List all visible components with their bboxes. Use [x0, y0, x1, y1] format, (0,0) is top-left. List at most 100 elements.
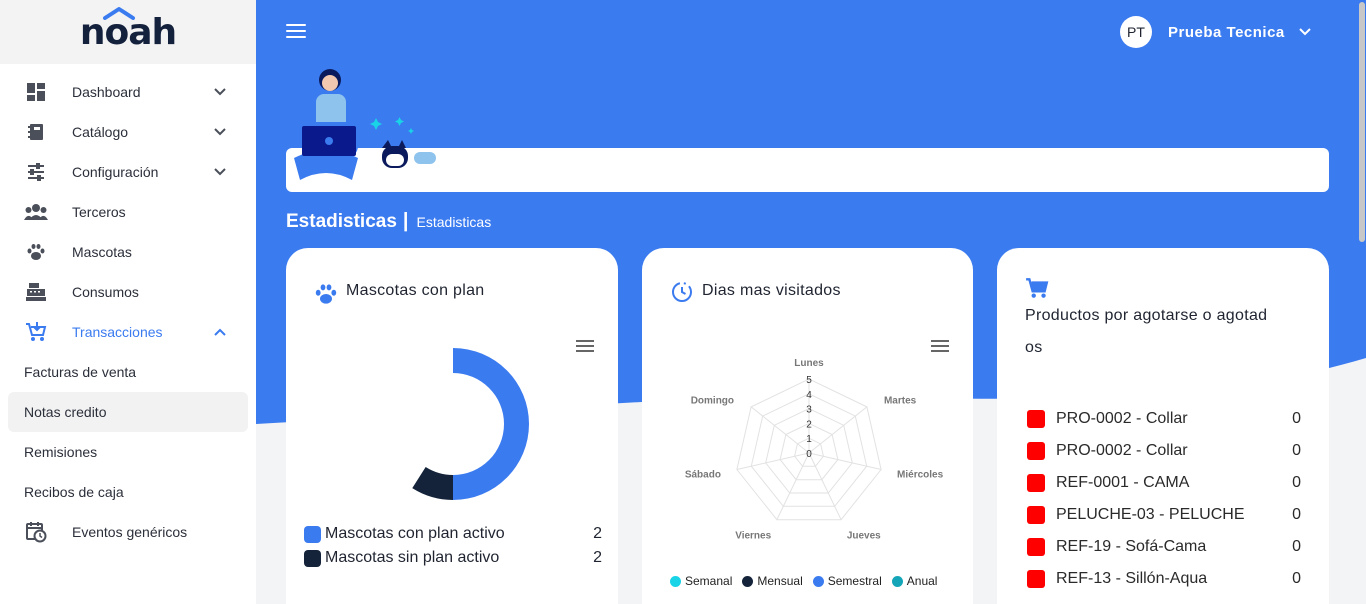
list-item[interactable]: PRO-0002 - Collar 0 — [1027, 407, 1301, 431]
radar-spoke — [776, 452, 810, 520]
status-badge — [1027, 538, 1045, 556]
sidebar-item-terceros[interactable]: Terceros — [0, 192, 256, 232]
card-title-line: os — [1025, 339, 1043, 356]
list-item[interactable]: PELUCHE-03 - PELUCHE 0 — [1027, 503, 1301, 527]
cash-register-icon — [24, 280, 48, 304]
settings-sliders-icon — [24, 160, 48, 184]
card-title: Mascotas con plan — [346, 282, 485, 299]
donut-slice-inactive[interactable] — [412, 467, 453, 500]
legend-value: 2 — [593, 525, 602, 542]
low-stock-products-card: Productos por agotarse o agotad os PRO-0… — [997, 248, 1329, 604]
sidebar-item-eventos[interactable]: Eventos genéricos — [0, 512, 256, 552]
product-name: PELUCHE-03 - PELUCHE — [1056, 506, 1245, 523]
sidebar-item-configuracion[interactable]: Configuración — [0, 152, 256, 192]
chart-menu-button[interactable] — [931, 340, 949, 354]
legend-row: Mascotas sin plan activo 2 — [304, 547, 602, 569]
paw-icon — [24, 240, 48, 264]
radar-axis-label: Lunes — [794, 358, 824, 369]
sidebar-nav: Dashboard Catálogo Configuración Tercero… — [0, 64, 256, 552]
sidebar-subitem-facturas[interactable]: Facturas de venta — [0, 352, 256, 392]
radar-tick-label: 1 — [806, 434, 812, 445]
list-item[interactable]: REF-19 - Sofá-Cama 0 — [1027, 535, 1301, 559]
legend-item[interactable]: Anual — [891, 574, 938, 588]
radar-legend: Semanal Mensual Semestral Anual — [670, 574, 947, 588]
catalog-icon — [24, 120, 48, 144]
sidebar-item-catalogo[interactable]: Catálogo — [0, 112, 256, 152]
product-name: PRO-0002 - Collar — [1056, 442, 1188, 459]
brand-logo[interactable]: noah — [80, 6, 177, 53]
product-name: REF-19 - Sofá-Cama — [1056, 538, 1207, 555]
sidebar-subitem-notas-credito[interactable]: Notas credito — [8, 392, 248, 432]
legend-swatch — [304, 525, 321, 543]
radar-spoke — [808, 452, 842, 520]
radar-tick-label: 5 — [806, 375, 812, 386]
legend-label: Mensual — [757, 574, 803, 588]
product-qty: 0 — [1292, 570, 1301, 587]
avatar: PT — [1120, 16, 1152, 48]
radar-axis-label: Viernes — [735, 530, 771, 541]
radar-chart: 0 1 2 3 4 5 Lunes Martes Miércoles Jueves Viernes S… — [685, 358, 944, 541]
chevron-down-icon — [214, 128, 226, 136]
user-menu[interactable]: PT Prueba Tecnica — [1120, 16, 1313, 48]
breadcrumb: Estadisticas | Estadisticas — [286, 210, 491, 233]
status-badge — [1027, 442, 1045, 460]
sidebar-subitem-recibos[interactable]: Recibos de caja — [0, 472, 256, 512]
most-visited-days-card: Dias mas visitados 0 1 2 3 4 5 Lunes Martes Miér… — [642, 248, 973, 604]
legend-label: Anual — [906, 574, 938, 588]
legend-value: 2 — [593, 549, 602, 566]
legend-item[interactable]: Mensual — [742, 574, 803, 588]
cart-icon — [1026, 278, 1049, 298]
radar-tick-label: 4 — [806, 390, 812, 401]
legend-swatch — [304, 549, 321, 567]
legend-row: Mascotas con plan activo 2 — [304, 523, 602, 545]
legend-item[interactable]: Semestral — [812, 574, 882, 588]
status-badge — [1027, 410, 1045, 428]
radar-axis-label: Miércoles — [897, 469, 944, 480]
card-title-line: Productos por agotarse o agotad — [1025, 307, 1268, 324]
breadcrumb-current: Estadisticas — [416, 214, 492, 230]
pets-with-plan-card: Mascotas con plan Mascotas con plan acti… — [286, 248, 618, 604]
donut-chart — [412, 348, 529, 500]
legend-item[interactable]: Semanal — [670, 574, 732, 588]
logo-box: noah — [0, 0, 256, 64]
calendar-clock-icon — [24, 520, 48, 544]
page-scrollbar[interactable] — [1358, 0, 1366, 604]
list-item[interactable]: REF-13 - Sillón-Aqua 0 — [1027, 567, 1301, 591]
sidebar-item-label: Terceros — [72, 204, 126, 220]
product-qty: 0 — [1292, 410, 1301, 427]
dashboard-icon — [24, 80, 48, 104]
sidebar-item-dashboard[interactable]: Dashboard — [0, 72, 256, 112]
sidebar-item-transacciones[interactable]: Transacciones — [0, 312, 256, 352]
radar-axis-label: Martes — [884, 395, 917, 406]
list-item[interactable]: PRO-0002 - Collar 0 — [1027, 439, 1301, 463]
sidebar-subitem-remisiones[interactable]: Remisiones — [0, 432, 256, 472]
sidebar-item-label: Eventos genéricos — [72, 524, 188, 540]
page-title: Estadisticas — [286, 211, 397, 232]
donut-slice-active[interactable] — [453, 348, 529, 500]
sidebar-item-consumos[interactable]: Consumos — [0, 272, 256, 312]
breadcrumb-separator: | — [402, 210, 409, 232]
product-qty: 0 — [1292, 506, 1301, 523]
chevron-down-icon — [214, 88, 226, 96]
sidebar-item-mascotas[interactable]: Mascotas — [0, 232, 256, 272]
user-name: Prueba Tecnica — [1168, 23, 1285, 41]
list-item[interactable]: REF-0001 - CAMA 0 — [1027, 471, 1301, 495]
person-with-laptop-and-cat-illustration — [294, 69, 440, 180]
legend-label: Semestral — [827, 574, 882, 588]
legend-label: Mascotas con plan activo — [325, 525, 505, 542]
product-name: REF-0001 - CAMA — [1056, 474, 1190, 491]
radar-axis-label: Jueves — [847, 530, 881, 541]
sidebar: noah Dashboard Catálogo Configuración Te… — [0, 0, 256, 604]
cart-icon — [24, 320, 48, 344]
card-title: Dias mas visitados — [702, 282, 841, 299]
scrollbar-thumb[interactable] — [1359, 2, 1365, 242]
sidebar-item-label: Transacciones — [72, 324, 163, 340]
chevron-down-icon — [1299, 28, 1311, 36]
logo-roof-icon — [102, 6, 135, 20]
hamburger-menu-button[interactable] — [286, 24, 306, 40]
product-name: REF-13 - Sillón-Aqua — [1056, 570, 1208, 587]
people-icon — [24, 200, 48, 224]
radar-axis-label: Sábado — [685, 469, 721, 480]
sidebar-item-label: Mascotas — [72, 244, 132, 260]
status-badge — [1027, 570, 1045, 588]
